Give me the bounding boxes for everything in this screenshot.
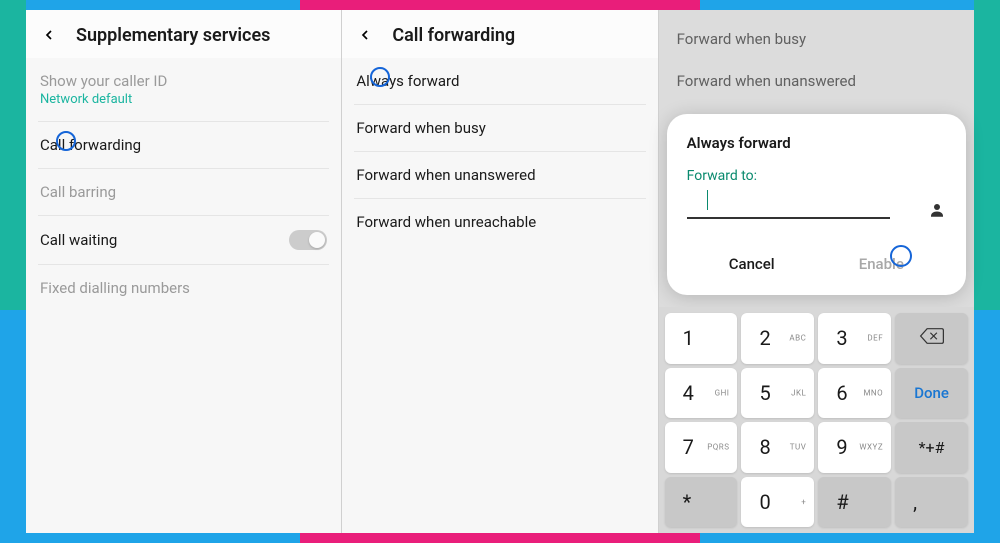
forward-dialog: Always forward Forward to: Cancel Enable <box>667 114 966 295</box>
key-*[interactable]: * <box>665 477 738 528</box>
item-title: Call waiting <box>40 231 117 249</box>
decorative-stripe <box>0 0 26 310</box>
forward-to-label: Forward to: <box>687 168 946 184</box>
done-key[interactable]: Done <box>895 368 968 419</box>
always-forward-dialog-screen: Forward when busy Forward when unanswere… <box>658 10 974 533</box>
bg-item: Forward when unanswered <box>677 60 956 102</box>
key-1[interactable]: 1 <box>665 313 738 364</box>
phone-number-input[interactable] <box>687 190 890 219</box>
decorative-stripe <box>300 0 700 10</box>
call-forwarding-screen: Call forwarding Always forward Forward w… <box>341 10 657 533</box>
item-title: Forward when unreachable <box>356 213 643 231</box>
key-6[interactable]: 6MNO <box>818 368 891 419</box>
bg-item: Forward when busy <box>677 18 956 60</box>
item-title: Forward when unanswered <box>356 166 643 184</box>
item-title: Always forward <box>356 72 643 90</box>
toggle-switch[interactable] <box>289 230 327 250</box>
contact-picker-icon[interactable] <box>928 201 946 219</box>
key-2[interactable]: 2ABC <box>741 313 814 364</box>
forwarding-options-list: Always forward Forward when busy Forward… <box>342 58 657 245</box>
decorative-stripe <box>974 0 1000 310</box>
key-7[interactable]: 7PQRS <box>665 422 738 473</box>
dialog-actions: Cancel Enable <box>687 241 946 287</box>
key-0[interactable]: 0+ <box>741 477 814 528</box>
background-list: Forward when busy Forward when unanswere… <box>659 10 974 110</box>
cancel-button[interactable]: Cancel <box>717 249 787 279</box>
key-3[interactable]: 3DEF <box>818 313 891 364</box>
key-4[interactable]: 4GHI <box>665 368 738 419</box>
list-item-fixed-dialling[interactable]: Fixed dialling numbers <box>38 265 329 311</box>
item-title: Forward when busy <box>356 119 643 137</box>
input-row <box>687 190 946 219</box>
item-subtitle: Network default <box>40 92 327 107</box>
screenshots-row: Supplementary services Show your caller … <box>26 10 974 533</box>
text-cursor <box>707 190 709 210</box>
backspace-icon <box>919 326 945 350</box>
back-icon[interactable] <box>38 24 60 46</box>
item-title: Fixed dialling numbers <box>40 279 327 297</box>
list-item-forward-busy[interactable]: Forward when busy <box>354 105 645 152</box>
settings-list: Show your caller ID Network default Call… <box>26 58 341 311</box>
decorative-stripe <box>300 533 700 543</box>
key-#[interactable]: # <box>818 477 891 528</box>
dialog-title: Always forward <box>687 134 946 152</box>
screen-header: Supplementary services <box>26 10 341 58</box>
list-item-call-waiting[interactable]: Call waiting <box>38 216 329 265</box>
item-title: Show your caller ID <box>40 72 327 90</box>
back-icon[interactable] <box>354 24 376 46</box>
supplementary-services-screen: Supplementary services Show your caller … <box>26 10 341 533</box>
screen-header: Call forwarding <box>342 10 657 58</box>
list-item-forward-unanswered[interactable]: Forward when unanswered <box>354 152 645 199</box>
list-item-call-forwarding[interactable]: Call forwarding <box>38 122 329 169</box>
item-title: Call forwarding <box>40 136 327 154</box>
list-item-always-forward[interactable]: Always forward <box>354 58 645 105</box>
backspace-key[interactable] <box>895 313 968 364</box>
enable-button[interactable]: Enable <box>847 249 916 279</box>
key-9[interactable]: 9WXYZ <box>818 422 891 473</box>
numeric-keypad: 12ABC3DEF4GHI5JKL6MNODone7PQRS8TUV9WXYZ*… <box>659 307 974 533</box>
key-5[interactable]: 5JKL <box>741 368 814 419</box>
list-item-forward-unreachable[interactable]: Forward when unreachable <box>354 199 645 245</box>
list-item-caller-id[interactable]: Show your caller ID Network default <box>38 58 329 122</box>
key-,[interactable]: , <box>895 477 968 528</box>
list-item-call-barring[interactable]: Call barring <box>38 169 329 216</box>
page-title: Call forwarding <box>392 25 515 46</box>
symbols-key[interactable]: *+# <box>895 422 968 473</box>
page-title: Supplementary services <box>76 25 270 46</box>
key-8[interactable]: 8TUV <box>741 422 814 473</box>
item-title: Call barring <box>40 183 327 201</box>
